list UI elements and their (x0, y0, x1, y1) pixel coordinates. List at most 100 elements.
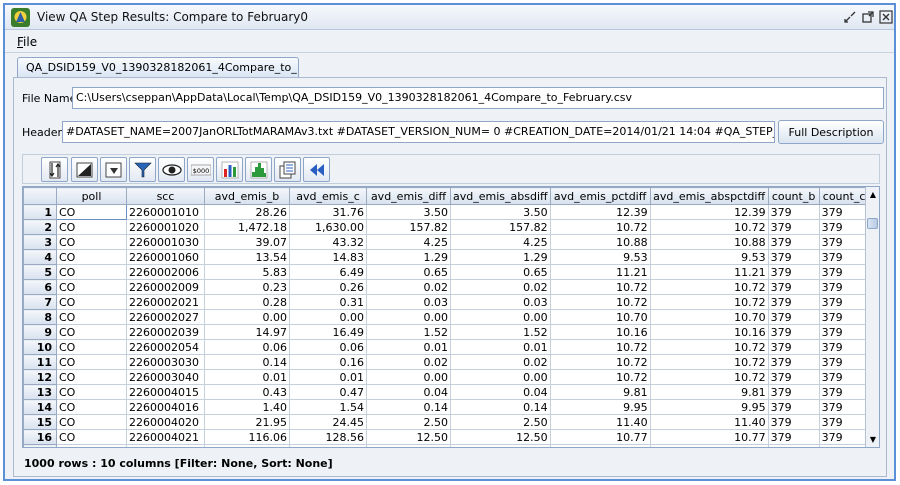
table-cell[interactable]: 1.54 (289, 399, 367, 415)
table-cell[interactable]: 0.00 (366, 309, 451, 325)
table-cell[interactable]: 2260004020 (126, 414, 205, 430)
table-row[interactable]: 2 CO 2260001020 1,472.18 1,630.00 157.82 157.8… (23, 219, 870, 235)
table-cell[interactable]: 0.02 (366, 354, 451, 370)
table-cell[interactable]: 379 (767, 324, 820, 340)
column-header-avd-emis-abspctdiff[interactable]: avd_emis_abspctdiff (649, 187, 769, 205)
table-cell[interactable]: 0.01 (289, 369, 367, 385)
table-cell[interactable]: 12.39 (649, 204, 769, 220)
table-cell[interactable]: 10.72 (549, 294, 651, 310)
table-row[interactable]: 6 CO 2260002009 0.23 0.26 0.02 0.02 10.72 10.72 3… (23, 279, 870, 295)
histogram-button[interactable] (245, 157, 272, 182)
table-cell[interactable]: 0.00 (450, 309, 551, 325)
tab-qa-result[interactable]: QA_DSID159_V0_1390328182061_4Compare_to_ (17, 57, 299, 78)
table-cell[interactable]: 0.00 (366, 369, 451, 385)
vertical-scrollbar[interactable]: ▲ ▼ (865, 187, 879, 447)
table-cell[interactable]: CO (56, 399, 127, 415)
table-cell[interactable]: 10.72 (649, 339, 769, 355)
table-cell[interactable]: 379 (767, 429, 820, 445)
table-cell[interactable]: 0.04 (366, 384, 451, 400)
table-cell[interactable]: 379 (818, 339, 870, 355)
bar-chart-button[interactable] (216, 157, 243, 182)
table-cell[interactable]: 2260002006 (126, 264, 205, 280)
table-cell[interactable]: 1.52 (450, 324, 551, 340)
table-cell[interactable]: 0.65 (366, 264, 451, 280)
table-cell[interactable]: 379 (818, 444, 870, 447)
table-row[interactable]: 4 CO 2260001060 13.54 14.83 1.29 1.29 9.53 9.53 3… (23, 249, 870, 265)
table-cell[interactable]: 2.50 (450, 414, 551, 430)
table-cell[interactable]: 2260003030 (126, 354, 205, 370)
table-row[interactable]: 13 CO 2260004015 0.43 0.47 0.04 0.04 9.81 9.81 37… (23, 384, 870, 400)
table-cell[interactable]: 12.50 (450, 429, 551, 445)
table-row[interactable]: 10 CO 2260002054 0.06 0.06 0.01 0.01 10.72 10.72… (23, 339, 870, 355)
table-cell[interactable]: 0.04 (450, 384, 551, 400)
table-row[interactable]: 1 CO 2260001010 28.26 31.76 3.50 3.50 12.39 12.3… (23, 204, 870, 220)
table-row[interactable]: 7 CO 2260002021 0.28 0.31 0.03 0.03 10.72 10.72 3… (23, 294, 870, 310)
table-cell[interactable]: CO (56, 279, 127, 295)
table-row[interactable]: 14 CO 2260004016 1.40 1.54 0.14 0.14 9.95 9.95 37… (23, 399, 870, 415)
reset-button[interactable] (303, 157, 330, 182)
table-cell[interactable]: 0.00 (204, 309, 290, 325)
filter-button[interactable] (129, 157, 156, 182)
table-row[interactable]: 15 CO 2260004020 21.95 24.45 2.50 2.50 11.40 11.… (23, 414, 870, 430)
view-button[interactable] (158, 157, 185, 182)
table-cell[interactable]: 24.45 (289, 414, 367, 430)
table-cell[interactable]: 0.01 (204, 369, 290, 385)
table-cell[interactable]: 10.72 (649, 279, 769, 295)
table-cell[interactable]: 379 (767, 264, 820, 280)
table-cell[interactable]: 10.72 (649, 369, 769, 385)
table-cell[interactable]: 11.40 (549, 414, 651, 430)
table-cell[interactable]: 0.06 (204, 339, 290, 355)
table-cell[interactable]: 0.00 (289, 309, 367, 325)
table-cell[interactable]: 379 (767, 444, 820, 447)
table-cell[interactable]: 128.56 (289, 429, 367, 445)
table-cell[interactable]: CO (56, 444, 127, 447)
table-cell[interactable]: 10.72 (649, 219, 769, 235)
table-cell[interactable]: CO (56, 414, 127, 430)
table-cell[interactable]: 379 (767, 249, 820, 265)
table-cell[interactable]: 10.88 (649, 234, 769, 250)
table-cell[interactable]: 2260004025 (126, 444, 205, 447)
table-cell[interactable]: 0.01 (450, 339, 551, 355)
table-cell[interactable]: 1.52 (366, 324, 451, 340)
table-row[interactable]: 5 CO 2260002006 5.83 6.49 0.65 0.65 11.21 11.21 3… (23, 264, 870, 280)
table-cell[interactable]: 2260004016 (126, 399, 205, 415)
table-cell[interactable]: 4.25 (450, 234, 551, 250)
table-cell[interactable]: 379 (818, 204, 870, 220)
table-row[interactable]: 16 CO 2260004021 116.06 128.56 12.50 12.50 10.7… (23, 429, 870, 445)
table-cell[interactable]: 43.32 (289, 234, 367, 250)
table-cell[interactable]: 6.64 (204, 444, 290, 447)
table-cell[interactable]: 10.77 (649, 429, 769, 445)
close-icon[interactable] (879, 10, 893, 24)
table-cell[interactable]: 13.54 (204, 249, 290, 265)
table-row[interactable]: 12 CO 2260003040 0.01 0.01 0.00 0.00 10.72 10.72… (23, 369, 870, 385)
table-cell[interactable]: 2260002054 (126, 339, 205, 355)
scroll-down-icon[interactable]: ▼ (868, 435, 878, 445)
table-cell[interactable]: 10.16 (549, 324, 651, 340)
maximize-icon[interactable] (861, 10, 875, 24)
column-header-scc[interactable]: scc (126, 187, 205, 205)
format-button[interactable]: $000 (187, 157, 214, 182)
table-cell[interactable]: 14.97 (204, 324, 290, 340)
table-cell[interactable]: 9.95 (549, 399, 651, 415)
table-cell[interactable]: 2260003040 (126, 369, 205, 385)
table-cell[interactable]: 0.76 (450, 444, 551, 447)
menu-file[interactable]: File (17, 35, 37, 49)
table-cell[interactable]: CO (56, 354, 127, 370)
table-cell[interactable]: 2260002021 (126, 294, 205, 310)
table-cell[interactable]: 16.49 (289, 324, 367, 340)
table-cell[interactable]: 379 (818, 219, 870, 235)
table-cell[interactable]: CO (56, 369, 127, 385)
table-cell[interactable]: 0.02 (366, 279, 451, 295)
table-cell[interactable]: 0.03 (450, 294, 551, 310)
table-cell[interactable]: 379 (767, 219, 820, 235)
table-cell[interactable]: 379 (767, 384, 820, 400)
minimize-icon[interactable] (843, 10, 857, 24)
table-cell[interactable]: 11.39 (549, 444, 651, 447)
table-cell[interactable]: 0.03 (366, 294, 451, 310)
table-cell[interactable]: 116.06 (204, 429, 290, 445)
column-header-avd-emis-c[interactable]: avd_emis_c (289, 187, 367, 205)
table-cell[interactable]: 2260001030 (126, 234, 205, 250)
table-cell[interactable]: 0.16 (289, 354, 367, 370)
table-cell[interactable]: 10.72 (649, 294, 769, 310)
table-cell[interactable]: 2260002009 (126, 279, 205, 295)
